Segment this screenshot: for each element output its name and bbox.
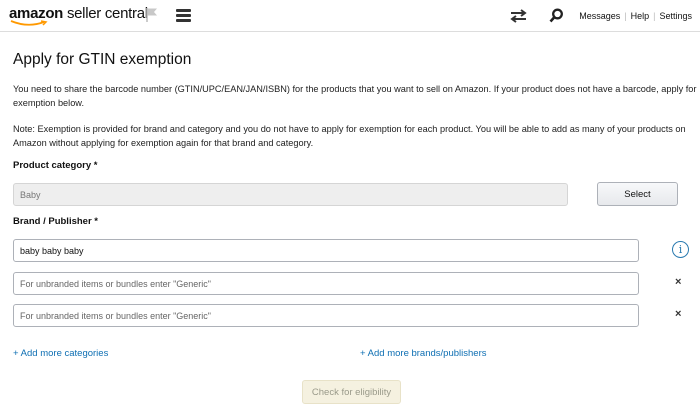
remove-brand-2-close-icon[interactable]: × [675,276,681,288]
remove-brand-3-close-icon[interactable]: × [675,308,681,320]
help-link[interactable]: Help [631,11,650,21]
hamburger-menu-icon[interactable] [176,9,191,22]
amazon-seller-central-logo[interactable]: amazon seller central [9,5,148,27]
swap-arrows-icon[interactable] [510,9,527,23]
brand-field-3[interactable] [13,304,639,327]
search-icon[interactable] [549,8,564,23]
logo-suffix: seller central [66,5,148,22]
flag-icon[interactable] [145,7,159,23]
brand-field-1[interactable] [13,239,639,262]
note-text: Note: Exemption is provided for brand an… [13,124,686,148]
messages-link[interactable]: Messages [579,11,620,21]
add-more-categories-link[interactable]: + Add more categories [13,348,108,359]
check-eligibility-button[interactable]: Check for eligibility [302,380,401,404]
header-links: Messages | Help | Settings [579,11,692,21]
info-icon[interactable]: i [672,241,689,258]
logo-smile-icon [10,20,48,26]
product-category-field [13,183,568,206]
brand-field-2[interactable] [13,272,639,295]
product-category-label: Product category * [13,160,98,171]
brand-publisher-label: Brand / Publisher * [13,216,98,227]
page-title: Apply for GTIN exemption [13,51,192,68]
settings-link[interactable]: Settings [659,11,692,21]
add-more-brands-link[interactable]: + Add more brands/publishers [360,348,486,359]
select-category-button[interactable]: Select [597,182,678,206]
intro-text: You need to share the barcode number (GT… [13,84,697,108]
top-navigation-bar: amazon seller central Messages | Help | Sett… [0,0,700,32]
